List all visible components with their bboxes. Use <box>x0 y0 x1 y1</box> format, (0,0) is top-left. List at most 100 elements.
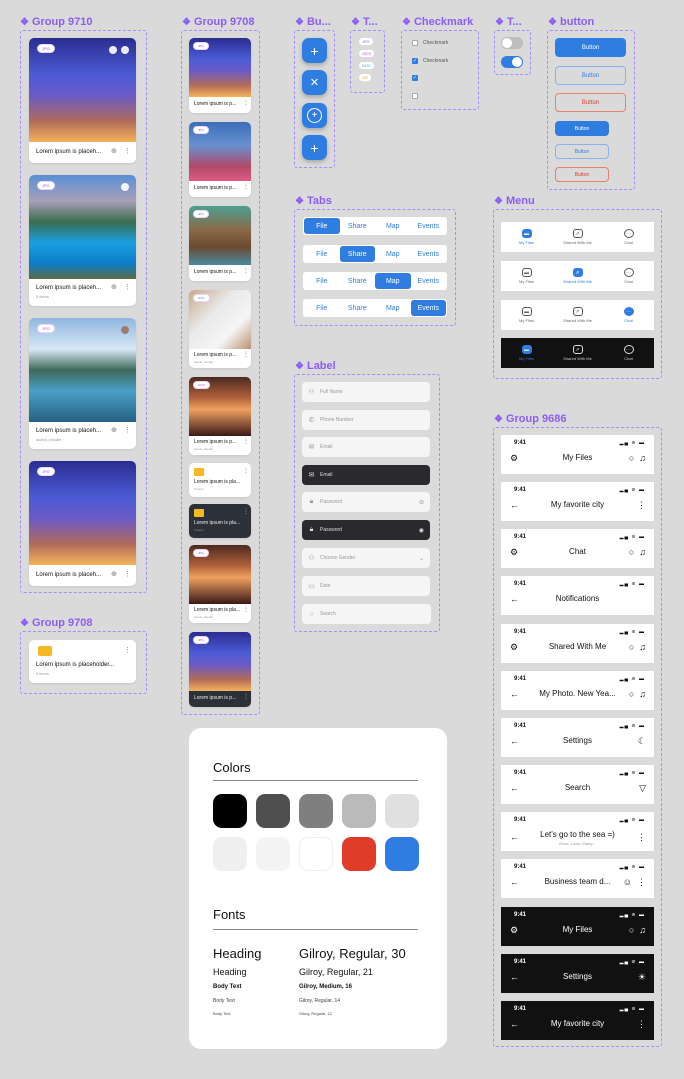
add-button[interactable]: + <box>302 38 327 63</box>
more-icon[interactable]: ⋮ <box>243 607 249 613</box>
more-icon[interactable]: ⋮ <box>124 284 131 291</box>
tab-events[interactable]: Events <box>411 246 447 262</box>
tab-map[interactable]: Map <box>375 300 411 316</box>
more-icon[interactable]: ⋮ <box>243 509 249 515</box>
date-field[interactable]: ▭ Date <box>302 576 430 596</box>
tab-file[interactable]: File <box>304 246 340 262</box>
bell-icon[interactable]: ♫ <box>639 689 646 699</box>
menu-item-shared[interactable]: ⇗ Shared With Me <box>552 307 603 323</box>
file-card-dark[interactable]: JPG Lorem ipsum is p... ⋮ <box>189 632 251 707</box>
tab-map[interactable]: Map <box>375 246 411 262</box>
sun-icon[interactable]: ☀ <box>638 972 646 983</box>
email-field-dark[interactable]: ✉ Email <box>302 465 430 485</box>
gender-select[interactable]: ⚇ Choose Gender ⌄ <box>302 548 430 568</box>
share-icon[interactable] <box>121 46 129 54</box>
menu-item-my-files[interactable]: ▬ My Files <box>501 229 552 245</box>
more-icon[interactable]: ⋮ <box>243 468 249 474</box>
menu-item-shared[interactable]: ⇗ Shared With Me <box>552 229 603 245</box>
checkbox-box[interactable] <box>412 93 418 99</box>
tab-events[interactable]: Events <box>411 273 447 289</box>
search-icon[interactable]: ○ <box>629 925 634 935</box>
password-field-dark[interactable]: 🔒︎ Password ◉ <box>302 520 430 540</box>
chat-icon[interactable]: ☺ <box>623 877 632 888</box>
folder-card-dark[interactable]: ⋮ Lorem ipsum is pla... 3 items <box>189 504 251 538</box>
more-icon[interactable]: ⋮ <box>124 571 131 578</box>
bell-icon[interactable]: ♫ <box>639 547 646 557</box>
share-icon[interactable] <box>121 183 129 191</box>
checkbox[interactable] <box>412 93 418 99</box>
menu-item-chat[interactable]: ⋯ Chat <box>603 307 654 323</box>
eye-off-icon[interactable]: ⊘ <box>419 499 424 506</box>
file-card[interactable]: JPG Lorem ipsum is p... ⋮ <box>189 122 251 197</box>
more-icon[interactable]: ⋮ <box>243 352 249 358</box>
file-card[interactable]: GIFS Lorem ipsum is p... avana_baoder ⋮ <box>189 377 251 455</box>
toggle-off[interactable] <box>501 37 523 49</box>
email-field[interactable]: ✉ Email <box>302 437 430 457</box>
tab-map[interactable]: Map <box>375 273 411 289</box>
toggle-on[interactable] <box>501 56 523 68</box>
file-card[interactable]: JPG Lorem ipsum is placeh... avana_baode… <box>29 318 136 449</box>
danger-button[interactable]: Button <box>555 93 626 112</box>
search-field[interactable]: ○ Search <box>302 604 431 624</box>
checkbox-box[interactable]: ✓ <box>412 75 418 81</box>
moon-icon[interactable]: ☾ <box>638 736 646 747</box>
menu-item-my-files[interactable]: ▬ My Files <box>501 307 552 323</box>
filter-icon[interactable]: ▽ <box>639 783 646 794</box>
more-icon[interactable]: ⋮ <box>637 1019 646 1030</box>
tab-file[interactable]: File <box>304 273 340 289</box>
search-icon[interactable]: ○ <box>629 453 634 463</box>
new-chat-button[interactable]: + <box>302 103 327 128</box>
tab-events[interactable]: Events <box>411 218 447 234</box>
tab-events[interactable]: Events <box>410 300 446 316</box>
file-card[interactable]: JPG Lorem ipsum is p... ⋮ <box>189 38 251 113</box>
more-icon[interactable]: ⋮ <box>637 877 646 888</box>
more-icon[interactable]: ⋮ <box>243 100 249 106</box>
more-icon[interactable]: ⋮ <box>124 647 131 654</box>
outline-button-small[interactable]: Button <box>555 144 609 159</box>
menu-item-my-files[interactable]: ▬ My Files <box>501 345 552 361</box>
primary-button[interactable]: Button <box>555 38 626 57</box>
menu-item-chat[interactable]: ⋯ Chat <box>603 345 654 361</box>
more-icon[interactable]: ⋮ <box>243 439 249 445</box>
more-icon[interactable]: ⋮ <box>124 427 131 434</box>
password-field[interactable]: 🔒︎ Password ⊘ <box>302 492 430 512</box>
checkbox[interactable]: Checkmark <box>412 40 448 46</box>
bell-icon[interactable]: ♫ <box>639 453 646 463</box>
checkbox-box[interactable]: ✓ <box>412 58 418 64</box>
bell-icon[interactable]: ♫ <box>639 925 646 935</box>
checkbox-box[interactable] <box>412 40 418 46</box>
outline-button[interactable]: Button <box>555 66 626 85</box>
menu-item-shared[interactable]: ⇗ Shared With Me <box>552 268 603 284</box>
close-button[interactable]: ✕ <box>302 70 327 95</box>
menu-item-my-files[interactable]: ▬ My Files <box>501 268 552 284</box>
add-button[interactable]: + <box>302 135 327 160</box>
tab-share[interactable]: Share <box>340 300 376 316</box>
more-icon[interactable]: ⋮ <box>243 184 249 190</box>
more-icon[interactable]: ⋮ <box>637 832 646 843</box>
eye-icon[interactable]: ◉ <box>419 527 424 534</box>
zoom-icon[interactable]: ⊕ <box>111 284 117 291</box>
tab-file[interactable]: File <box>304 300 340 316</box>
download-icon[interactable] <box>109 46 117 54</box>
phone-field[interactable]: ✆ Phone Number <box>302 410 430 430</box>
file-card[interactable]: JPG Lorem ipsum is placeh... 5 items ⊕ ⋮ <box>29 175 136 306</box>
primary-button-small[interactable]: Button <box>555 121 609 136</box>
more-icon[interactable]: ⋮ <box>243 694 249 700</box>
search-icon[interactable]: ○ <box>629 642 634 652</box>
full-name-field[interactable]: ⚇ Full Name <box>302 382 430 402</box>
tab-file[interactable]: File <box>304 218 340 234</box>
file-card[interactable]: JPG Lorem ipsum is pla... avana_baoder ⋮ <box>189 545 251 623</box>
zoom-icon[interactable]: ⊕ <box>111 427 117 434</box>
more-icon[interactable]: ⋮ <box>124 148 131 155</box>
file-card[interactable]: JPG Lorem ipsum is placeh... ⊕ ⋮ <box>29 461 136 586</box>
file-card[interactable]: JPG Lorem ipsum is p... ⋮ <box>189 206 251 281</box>
checkbox[interactable]: ✓ Checkmark <box>412 58 448 64</box>
more-icon[interactable]: ⋮ <box>637 500 646 511</box>
tab-share[interactable]: Share <box>339 246 375 262</box>
zoom-icon[interactable]: ⊕ <box>111 571 117 578</box>
tab-share[interactable]: Share <box>340 273 376 289</box>
checkbox[interactable]: ✓ <box>412 75 418 81</box>
menu-item-chat[interactable]: ⋯ Chat <box>603 268 654 284</box>
folder-card[interactable]: ⋮ Lorem ipsum is pla... 5 items <box>189 463 251 497</box>
bell-icon[interactable]: ♫ <box>639 642 646 652</box>
